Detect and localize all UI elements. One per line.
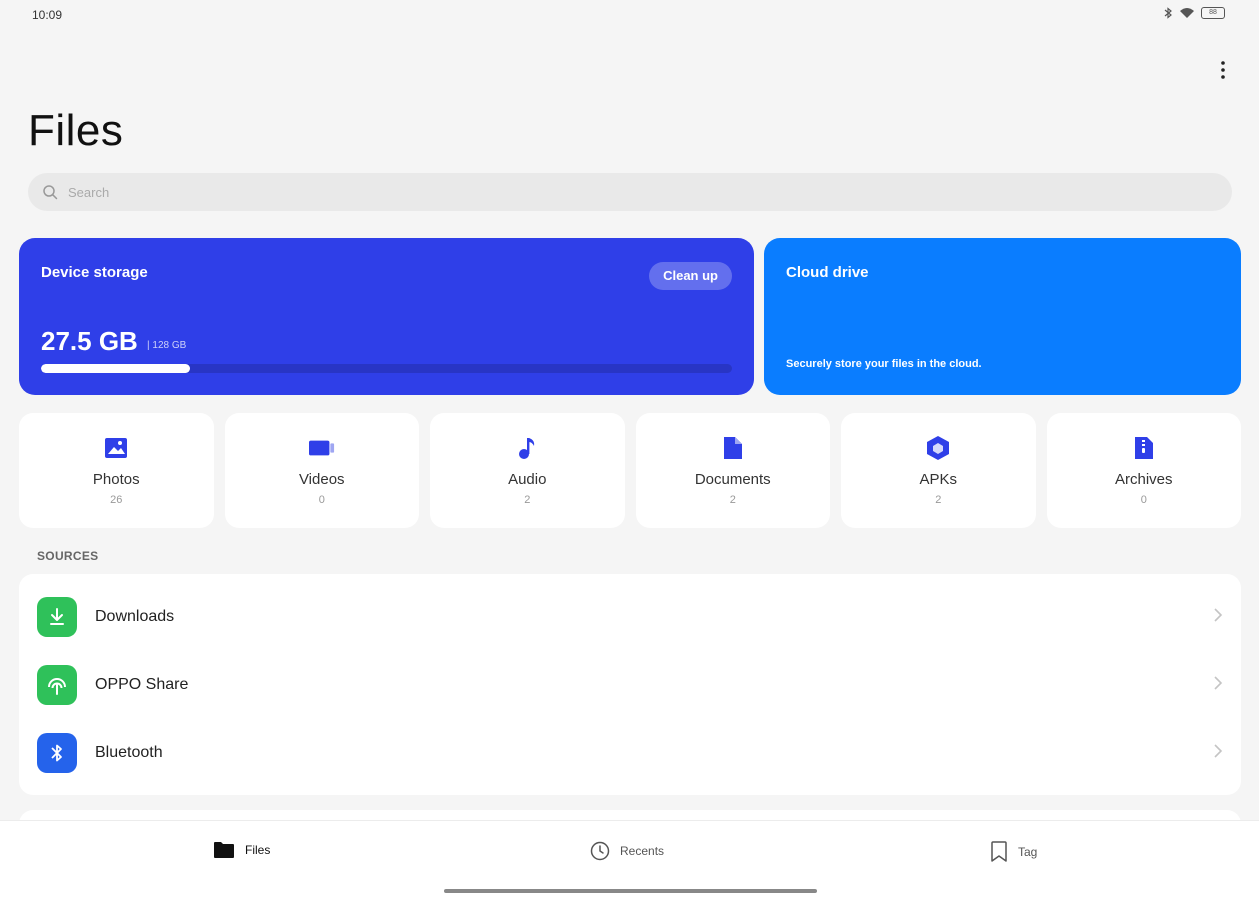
nav-label: Tag [1018, 845, 1038, 859]
category-count: 0 [318, 494, 325, 506]
chevron-right-icon [1214, 676, 1223, 690]
folder-icon [214, 842, 234, 858]
chevron-right-icon [1214, 744, 1223, 758]
category-count: 2 [935, 494, 942, 506]
nav-files[interactable]: Files [213, 841, 270, 859]
sources-heading: SOURCES [37, 549, 99, 563]
category-label: Photos [92, 471, 140, 488]
clock-icon [590, 841, 610, 861]
nav-recents[interactable]: Recents [590, 841, 664, 861]
category-label: APKs [919, 471, 957, 488]
category-label: Archives [1114, 471, 1173, 488]
search-input[interactable] [68, 184, 1139, 200]
category-audio[interactable]: Audio 2 [430, 413, 625, 528]
category-count: 0 [1140, 494, 1147, 506]
cloud-drive-description: Securely store your files in the cloud. [786, 358, 982, 370]
battery-icon: 88 [1201, 7, 1225, 19]
category-apks[interactable]: APKs 2 [841, 413, 1036, 528]
cloud-drive-card[interactable]: Cloud drive Securely store your files in… [764, 238, 1241, 395]
nav-tag[interactable]: Tag [990, 841, 1037, 863]
archive-icon [1131, 435, 1157, 461]
storage-total: | 128 GB [147, 340, 187, 351]
device-storage-title: Device storage [41, 264, 148, 281]
wifi-icon [1180, 8, 1194, 18]
device-storage-card[interactable]: Device storage Clean up 27.5 GB | 128 GB [19, 238, 754, 395]
chevron-right-icon [1214, 608, 1223, 622]
category-archives[interactable]: Archives 0 [1046, 413, 1241, 528]
apk-icon [925, 435, 951, 461]
category-label: Audio [508, 471, 547, 488]
storage-progress-fill [41, 364, 190, 373]
music-note-icon [514, 435, 540, 461]
category-count: 2 [729, 494, 736, 506]
source-label: Downloads [95, 607, 175, 625]
category-photos[interactable]: Photos 26 [19, 413, 214, 528]
source-label: Bluetooth [95, 743, 163, 761]
bluetooth-status-icon [1164, 7, 1172, 19]
search-icon [43, 185, 58, 200]
status-time: 10:09 [32, 8, 63, 22]
category-label: Documents [694, 471, 771, 488]
bookmark-icon [991, 841, 1007, 862]
sources-list: Downloads OPPO Share Bluetooth [19, 574, 1241, 795]
download-icon [37, 596, 77, 637]
bluetooth-icon [37, 732, 77, 773]
clean-up-button[interactable]: Clean up [649, 262, 732, 290]
document-icon [720, 435, 746, 461]
category-videos[interactable]: Videos 0 [224, 413, 419, 528]
category-count: 26 [110, 494, 123, 506]
status-icons: 88 [1163, 7, 1225, 19]
category-count: 2 [524, 494, 531, 506]
search-bar[interactable] [28, 173, 1232, 211]
nav-label: Files [245, 843, 271, 857]
nav-label: Recents [620, 844, 665, 858]
storage-progress-bar [41, 364, 732, 373]
category-documents[interactable]: Documents 2 [635, 413, 830, 528]
bottom-navigation: Files Recents Tag [0, 820, 1259, 900]
cloud-drive-title: Cloud drive [786, 264, 869, 281]
photo-icon [103, 435, 129, 461]
source-label: OPPO Share [95, 675, 189, 693]
page-title: Files [28, 106, 124, 155]
more-vert-icon [1221, 61, 1225, 79]
status-bar: 10:09 88 [0, 0, 1259, 30]
source-bluetooth[interactable]: Bluetooth [19, 719, 1241, 786]
source-downloads[interactable]: Downloads [19, 583, 1241, 650]
category-grid: Photos 26 Videos 0 Audio 2 Documents 2 A… [19, 413, 1241, 528]
source-oppo-share[interactable]: OPPO Share [19, 651, 1241, 718]
storage-used: 27.5 GB [41, 326, 138, 356]
category-label: Videos [298, 471, 345, 488]
oppo-share-icon [37, 664, 77, 705]
video-icon [308, 435, 335, 461]
more-options-button[interactable] [1211, 58, 1235, 82]
home-indicator[interactable] [444, 889, 817, 893]
